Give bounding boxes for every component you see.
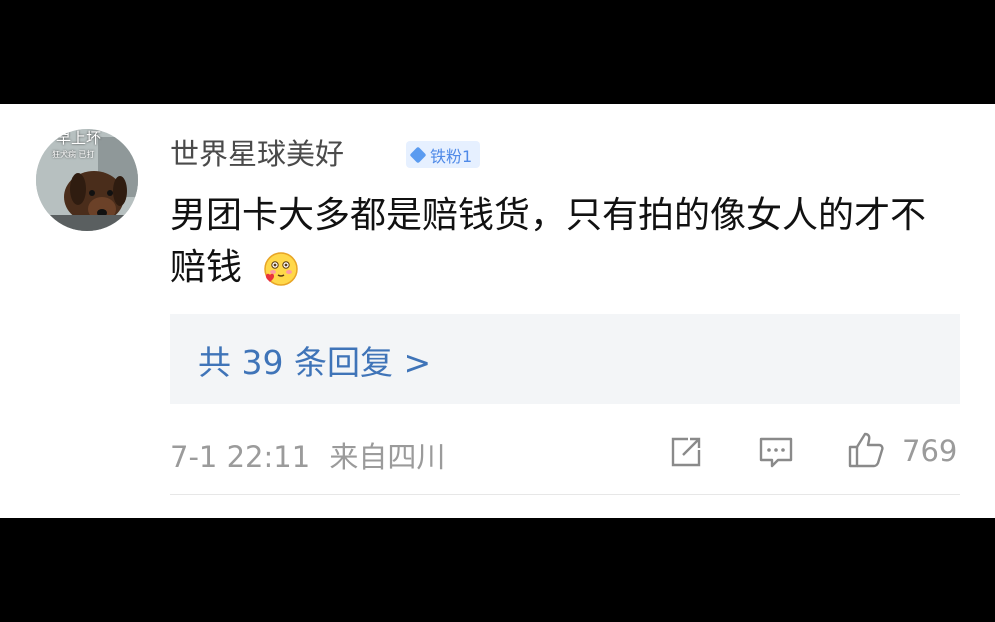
comment-card: 早上坏 狂犬病 已打 世界星球美好 铁粉1 男团卡大多都是赔钱货，只有拍的像女人…: [0, 104, 995, 518]
fan-badge-label: 铁粉1: [430, 146, 473, 166]
thumbs-up-icon[interactable]: [846, 430, 886, 470]
location: 来自四川: [329, 440, 446, 474]
letterbox-top: [0, 0, 995, 104]
avatar-overlay-subtext: 狂犬病 已打: [52, 150, 95, 159]
letterbox-bottom: [0, 518, 995, 622]
comment-meta: 7-1 22:11 来自四川: [170, 434, 445, 476]
blush-heart-emoji-icon: [264, 252, 299, 286]
comment-text-block: 男团卡大多都是赔钱货，只有拍的像女人的才不赔钱: [170, 190, 960, 294]
timestamp: 7-1 22:11: [170, 440, 311, 474]
comment-icon[interactable]: [758, 434, 794, 470]
likes-count: 769: [902, 434, 958, 468]
avatar-overlay-text: 早上坏: [56, 129, 102, 147]
avatar[interactable]: 早上坏 狂犬病 已打: [36, 129, 138, 231]
divider: [170, 494, 960, 495]
share-icon[interactable]: [668, 434, 704, 470]
diamond-icon: [409, 146, 427, 163]
replies-label: 共 39 条回复 >: [198, 343, 432, 382]
username[interactable]: 世界星球美好: [170, 134, 344, 174]
view-replies-button[interactable]: 共 39 条回复 >: [170, 314, 960, 404]
fan-badge[interactable]: 铁粉1: [406, 141, 481, 168]
